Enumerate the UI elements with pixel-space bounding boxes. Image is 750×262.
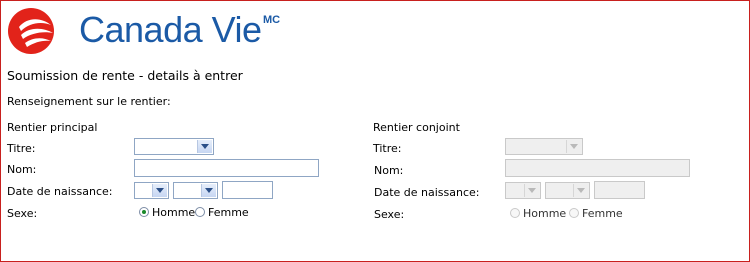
chevron-down-icon xyxy=(201,184,216,197)
conjoint-femme-radio[interactable] xyxy=(569,208,579,218)
principal-dob-month-select[interactable] xyxy=(173,182,218,199)
conjoint-heading: Rentier conjoint xyxy=(373,121,460,134)
principal-homme-radio[interactable] xyxy=(139,207,149,217)
brand-name: Canada Vie xyxy=(79,9,262,50)
conjoint-dob-day-select[interactable] xyxy=(505,182,541,199)
principal-dob-label: Date de naissance: xyxy=(7,185,113,198)
chevron-down-icon xyxy=(197,140,212,153)
conjoint-dob-year-input[interactable] xyxy=(594,181,645,199)
principal-homme-label: Homme xyxy=(152,206,196,219)
principal-sexe-label: Sexe: xyxy=(7,207,38,220)
chevron-down-icon xyxy=(573,184,588,197)
principal-nom-input[interactable] xyxy=(134,159,319,177)
principal-titre-select[interactable] xyxy=(134,138,214,155)
conjoint-dob-label: Date de naissance: xyxy=(374,186,480,199)
conjoint-nom-input[interactable] xyxy=(505,159,690,177)
conjoint-sexe-label: Sexe: xyxy=(374,208,405,221)
principal-nom-label: Nom: xyxy=(7,163,37,176)
principal-femme-radio[interactable] xyxy=(195,207,205,217)
conjoint-dob-month-select[interactable] xyxy=(545,182,590,199)
conjoint-titre-select[interactable] xyxy=(505,138,583,155)
page-frame: Canada Vie MC Soumission de rente - deta… xyxy=(0,0,750,262)
principal-dob-year-input[interactable] xyxy=(222,181,273,199)
chevron-down-icon xyxy=(566,140,581,153)
page-title: Soumission de rente - details à entrer xyxy=(7,68,243,83)
conjoint-nom-label: Nom: xyxy=(374,164,404,177)
brand-trademark: MC xyxy=(263,14,281,26)
principal-titre-label: Titre: xyxy=(7,142,36,155)
conjoint-titre-label: Titre: xyxy=(373,142,402,155)
principal-dob-day-select[interactable] xyxy=(134,182,169,199)
canada-vie-logo-icon xyxy=(8,8,54,54)
principal-heading: Rentier principal xyxy=(7,121,98,134)
conjoint-homme-label: Homme xyxy=(523,207,567,220)
chevron-down-icon xyxy=(524,184,539,197)
conjoint-femme-label: Femme xyxy=(582,207,623,220)
section-title: Renseignement sur le rentier: xyxy=(7,95,171,108)
conjoint-homme-radio[interactable] xyxy=(510,208,520,218)
chevron-down-icon xyxy=(152,184,167,197)
principal-femme-label: Femme xyxy=(208,206,249,219)
